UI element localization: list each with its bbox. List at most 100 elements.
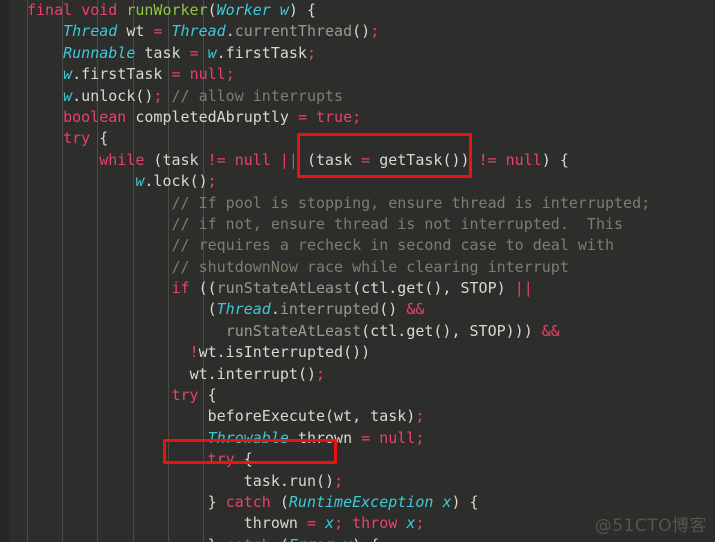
- watermark: @51CTO博客: [594, 516, 707, 536]
- code-token: =: [361, 428, 371, 447]
- code-editor-content[interactable]: final void runWorker(Worker w) { Thread …: [0, 0, 715, 542]
- code-line[interactable]: w.firstTask = null;: [0, 64, 715, 85]
- code-line[interactable]: Thread wt = Thread.currentThread();: [0, 21, 715, 42]
- code-line[interactable]: // shutdownNow race while clearing inter…: [0, 257, 715, 278]
- code-line[interactable]: wt.interrupt();: [0, 364, 715, 385]
- code-token: {: [234, 450, 253, 469]
- code-token: (ctl: [361, 321, 398, 340]
- code-token: runStateAtLeast: [216, 279, 353, 298]
- code-token: getTask: [370, 150, 443, 169]
- code-line[interactable]: // if not, ensure thread is not interrup…: [0, 214, 715, 235]
- code-token: {: [297, 1, 316, 19]
- code-token: ;: [352, 107, 362, 126]
- code-line[interactable]: if ((runStateAtLeast(ctl.get(), STOP) ||: [0, 278, 715, 299]
- code-token: ||: [279, 150, 298, 169]
- code-line[interactable]: try {: [0, 128, 715, 149]
- code-token: null: [189, 65, 226, 84]
- code-token: .: [270, 300, 280, 319]
- code-token: wt.isInterrupted()): [198, 343, 371, 362]
- code-line[interactable]: // requires a recheck in second case to …: [0, 235, 715, 256]
- code-line[interactable]: Throwable thrown = null;: [0, 428, 715, 449]
- code-token: .lock: [144, 172, 190, 191]
- code-line[interactable]: task.run();: [0, 471, 715, 492]
- code-token: wt: [117, 22, 154, 41]
- code-token: .firstTask: [72, 65, 172, 84]
- code-line[interactable]: runStateAtLeast(ctl.get(), STOP))) &&: [0, 321, 715, 342]
- code-token: thrown: [243, 514, 307, 533]
- code-token: (): [316, 471, 335, 490]
- code-token: try: [207, 450, 235, 469]
- code-token: .: [397, 321, 407, 340]
- code-token: // requires a recheck in second case to …: [171, 236, 615, 255]
- code-token: (): [189, 172, 208, 191]
- code-token: !=: [207, 150, 226, 169]
- code-token: if: [171, 279, 190, 298]
- code-token: runStateAtLeast: [225, 321, 362, 340]
- code-token: beforeExecute(wt, task): [207, 407, 416, 426]
- code-token: Runnable: [63, 43, 136, 62]
- code-token: ;: [225, 65, 235, 84]
- code-line[interactable]: w.lock();: [0, 171, 715, 192]
- code-token: (: [207, 300, 217, 319]
- code-token: final: [27, 1, 73, 19]
- code-token: (task: [297, 150, 362, 169]
- code-token: ): [288, 1, 298, 19]
- code-token: Thread: [63, 22, 118, 41]
- code-line[interactable]: beforeExecute(wt, task);: [0, 406, 715, 427]
- code-line[interactable]: (Thread.interrupted() &&: [0, 299, 715, 320]
- code-token: true: [316, 107, 353, 126]
- code-token: ;: [207, 172, 217, 191]
- code-line[interactable]: try {: [0, 385, 715, 406]
- code-token: ) {: [541, 150, 569, 169]
- code-token: (: [207, 1, 217, 19]
- code-token: while: [99, 150, 145, 169]
- code-line[interactable]: boolean completedAbruptly = true;: [0, 107, 715, 128]
- code-token: }: [207, 492, 226, 511]
- code-line[interactable]: Runnable task = w.firstTask;: [0, 43, 715, 64]
- code-token: currentThread: [234, 22, 353, 41]
- code-line[interactable]: final void runWorker(Worker w) {: [0, 0, 715, 21]
- code-token: RuntimeException: [288, 492, 434, 511]
- code-line[interactable]: w.unlock(); // allow interrupts: [0, 86, 715, 107]
- code-token: x: [325, 514, 335, 533]
- code-token: ;: [334, 471, 344, 490]
- code-token: try: [63, 129, 91, 148]
- code-line[interactable]: !wt.isInterrupted()): [0, 342, 715, 363]
- code-token: ) {: [451, 492, 479, 511]
- code-token: =: [189, 43, 199, 62]
- code-token: =: [361, 150, 371, 169]
- code-token: ()): [442, 150, 470, 169]
- code-token: ;: [306, 43, 316, 62]
- code-line[interactable]: while (task != null || (task = getTask()…: [0, 150, 715, 171]
- code-token: ((: [189, 279, 217, 298]
- code-token: ;: [370, 22, 380, 41]
- code-line[interactable]: // If pool is stopping, ensure thread is…: [0, 193, 715, 214]
- code-line[interactable]: try {: [0, 449, 715, 470]
- code-token: w: [279, 1, 289, 19]
